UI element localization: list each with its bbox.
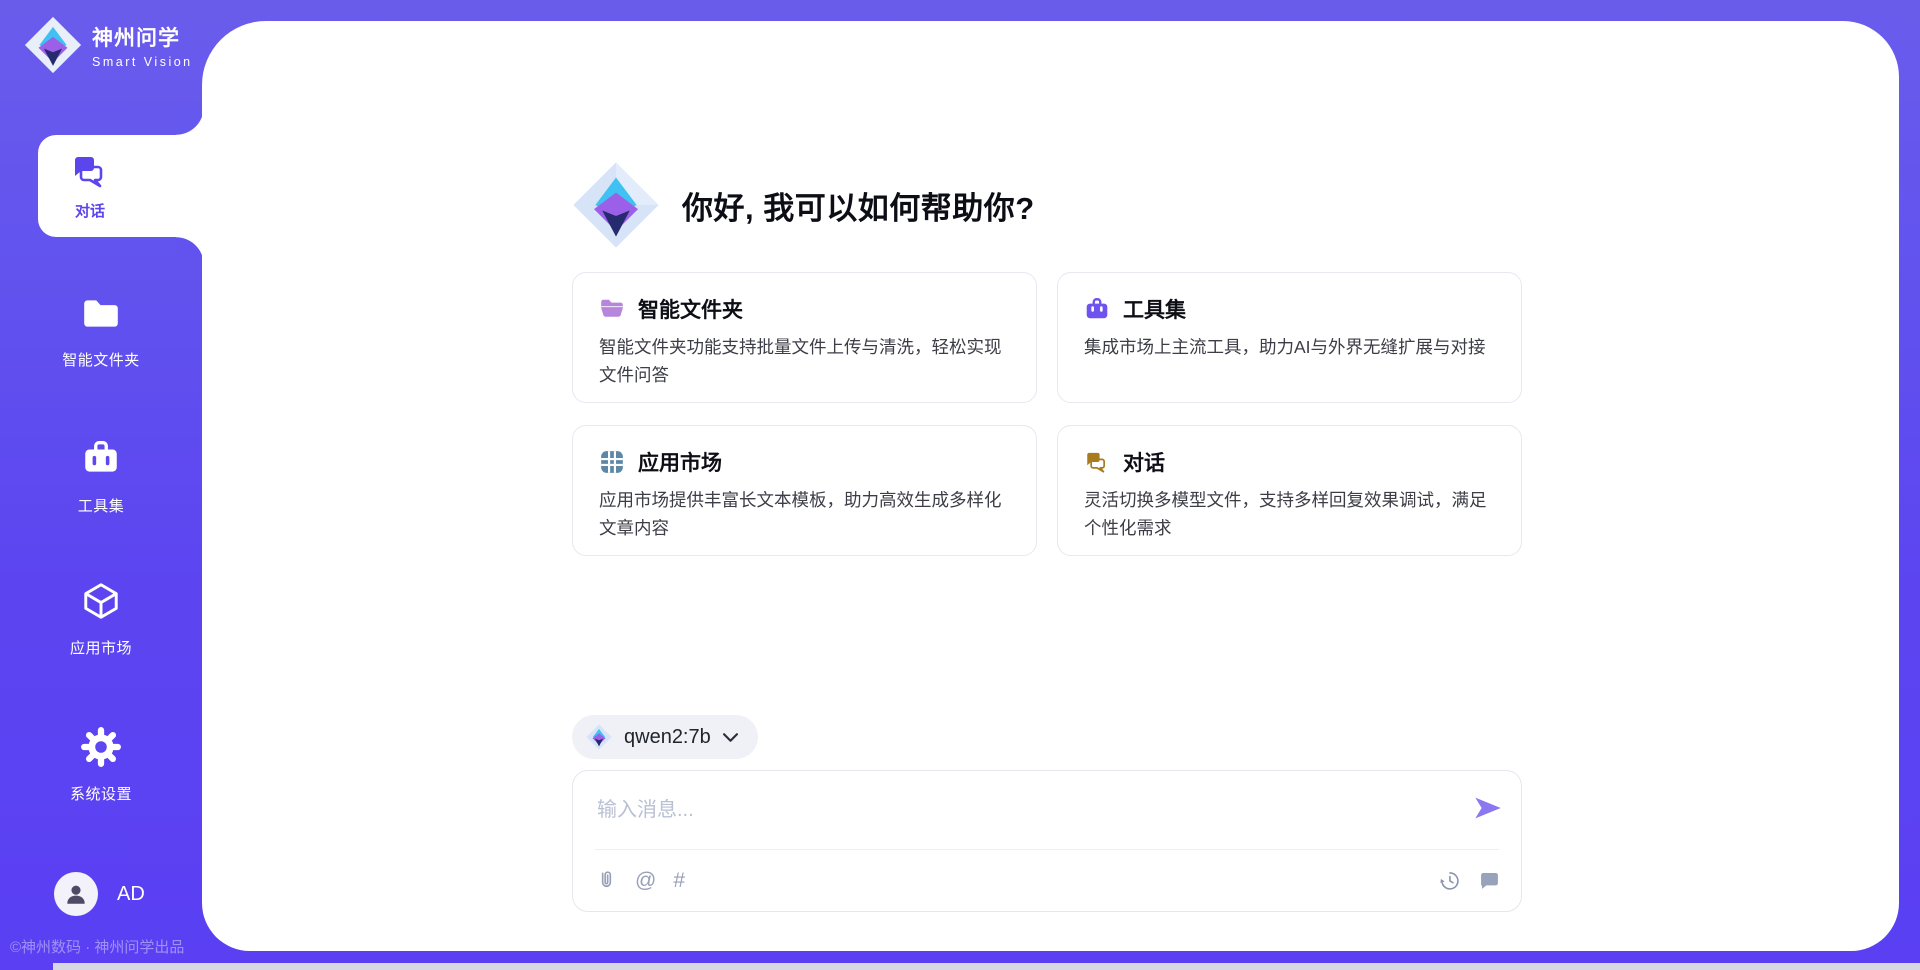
card-app-market[interactable]: 应用市场 应用市场提供丰富长文本模板，助力高效生成多样化文章内容 [572, 425, 1037, 556]
history-button[interactable] [1438, 869, 1461, 892]
mention-at-icon: @ [635, 869, 656, 892]
briefcase-icon [80, 438, 122, 480]
main-content: 你好, 我可以如何帮助你? 智能文件夹 智能文件夹功能支持批量文件上传与清洗，轻… [572, 21, 1522, 951]
folder-icon [80, 292, 122, 334]
diamond-logo-icon [572, 161, 660, 249]
mention-button[interactable]: @ [635, 869, 656, 892]
sidebar-item-settings[interactable]: 系统设置 [0, 726, 202, 804]
composer-tools-left: @ # [595, 869, 685, 892]
brand-subtitle: Smart Vision [92, 55, 193, 69]
sidebar-item-label: 智能文件夹 [0, 349, 202, 370]
sidebar-item-toolset[interactable]: 工具集 [0, 438, 202, 516]
greeting: 你好, 我可以如何帮助你? [572, 161, 1035, 249]
card-smart-folder[interactable]: 智能文件夹 智能文件夹功能支持批量文件上传与清洗，轻松实现文件问答 [572, 272, 1037, 403]
folder-open-icon [599, 296, 625, 322]
hash-icon: # [673, 869, 685, 892]
sidebar-item-label: 工具集 [0, 495, 202, 516]
feedback-button[interactable] [1478, 869, 1501, 892]
card-header: 智能文件夹 [599, 294, 1010, 324]
sidebar-item-chat[interactable]: 对话 [38, 135, 204, 237]
brand-name: 神州问学 [92, 22, 193, 52]
user-initials: AD [117, 883, 145, 906]
card-header: 工具集 [1084, 294, 1495, 324]
attach-button[interactable] [595, 869, 618, 892]
copyright-footer: ©神州数码 · 神州问学出品 [10, 936, 230, 957]
card-description: 智能文件夹功能支持批量文件上传与清洗，轻松实现文件问答 [599, 333, 1010, 389]
app-root: 神州问学 Smart Vision 对话 智能文件夹 [0, 0, 1920, 970]
card-title: 智能文件夹 [638, 294, 743, 324]
sidebar: 神州问学 Smart Vision 对话 智能文件夹 [0, 0, 202, 970]
briefcase-icon [1084, 296, 1110, 322]
brand: 神州问学 Smart Vision [24, 16, 193, 74]
brand-text: 神州问学 Smart Vision [92, 22, 193, 69]
chat-icon [1084, 449, 1110, 475]
composer-tools-right [1438, 869, 1501, 892]
feature-cards: 智能文件夹 智能文件夹功能支持批量文件上传与清洗，轻松实现文件问答 工具集 [572, 272, 1522, 556]
tag-button[interactable]: # [673, 869, 685, 892]
model-name: qwen2:7b [624, 726, 711, 749]
message-input[interactable] [597, 787, 1437, 833]
person-icon [63, 881, 89, 907]
diamond-logo-icon [586, 724, 612, 750]
greeting-title: 你好, 我可以如何帮助你? [682, 183, 1035, 228]
sidebar-item-label: 对话 [75, 200, 105, 221]
sidebar-item-label: 系统设置 [0, 783, 202, 804]
card-header: 应用市场 [599, 447, 1010, 477]
composer-toolbar: @ # [595, 849, 1501, 911]
card-toolset[interactable]: 工具集 集成市场上主流工具，助力AI与外界无缝扩展与对接 [1057, 272, 1522, 403]
history-icon [1438, 869, 1461, 892]
model-selector[interactable]: qwen2:7b [572, 715, 758, 759]
avatar [54, 872, 98, 916]
paperclip-icon [595, 869, 618, 892]
card-title: 应用市场 [638, 447, 722, 477]
card-description: 应用市场提供丰富长文本模板，助力高效生成多样化文章内容 [599, 486, 1010, 542]
chat-icon [70, 151, 110, 191]
gear-icon [80, 726, 122, 768]
user-profile[interactable]: AD [54, 872, 145, 916]
card-title: 工具集 [1123, 294, 1186, 324]
bottom-scrollbar-strip[interactable] [53, 963, 1920, 970]
sidebar-item-label: 应用市场 [0, 637, 202, 658]
apps-grid-icon [599, 449, 625, 475]
chat-bubble-icon [1478, 869, 1501, 892]
card-description: 集成市场上主流工具，助力AI与外界无缝扩展与对接 [1084, 333, 1495, 361]
composer: @ # [572, 770, 1522, 912]
sidebar-item-smart-folder[interactable]: 智能文件夹 [0, 292, 202, 370]
send-plane-icon[interactable] [1473, 793, 1503, 823]
card-title: 对话 [1123, 447, 1165, 477]
sidebar-item-app-market[interactable]: 应用市场 [0, 580, 202, 658]
chevron-down-icon [723, 733, 738, 742]
card-header: 对话 [1084, 447, 1495, 477]
cube-icon [80, 580, 122, 622]
card-description: 灵活切换多模型文件，支持多样回复效果调试，满足个性化需求 [1084, 486, 1495, 542]
card-chat[interactable]: 对话 灵活切换多模型文件，支持多样回复效果调试，满足个性化需求 [1057, 425, 1522, 556]
brand-diamond-logo-icon [24, 16, 82, 74]
main-panel: 你好, 我可以如何帮助你? 智能文件夹 智能文件夹功能支持批量文件上传与清洗，轻… [202, 21, 1899, 951]
